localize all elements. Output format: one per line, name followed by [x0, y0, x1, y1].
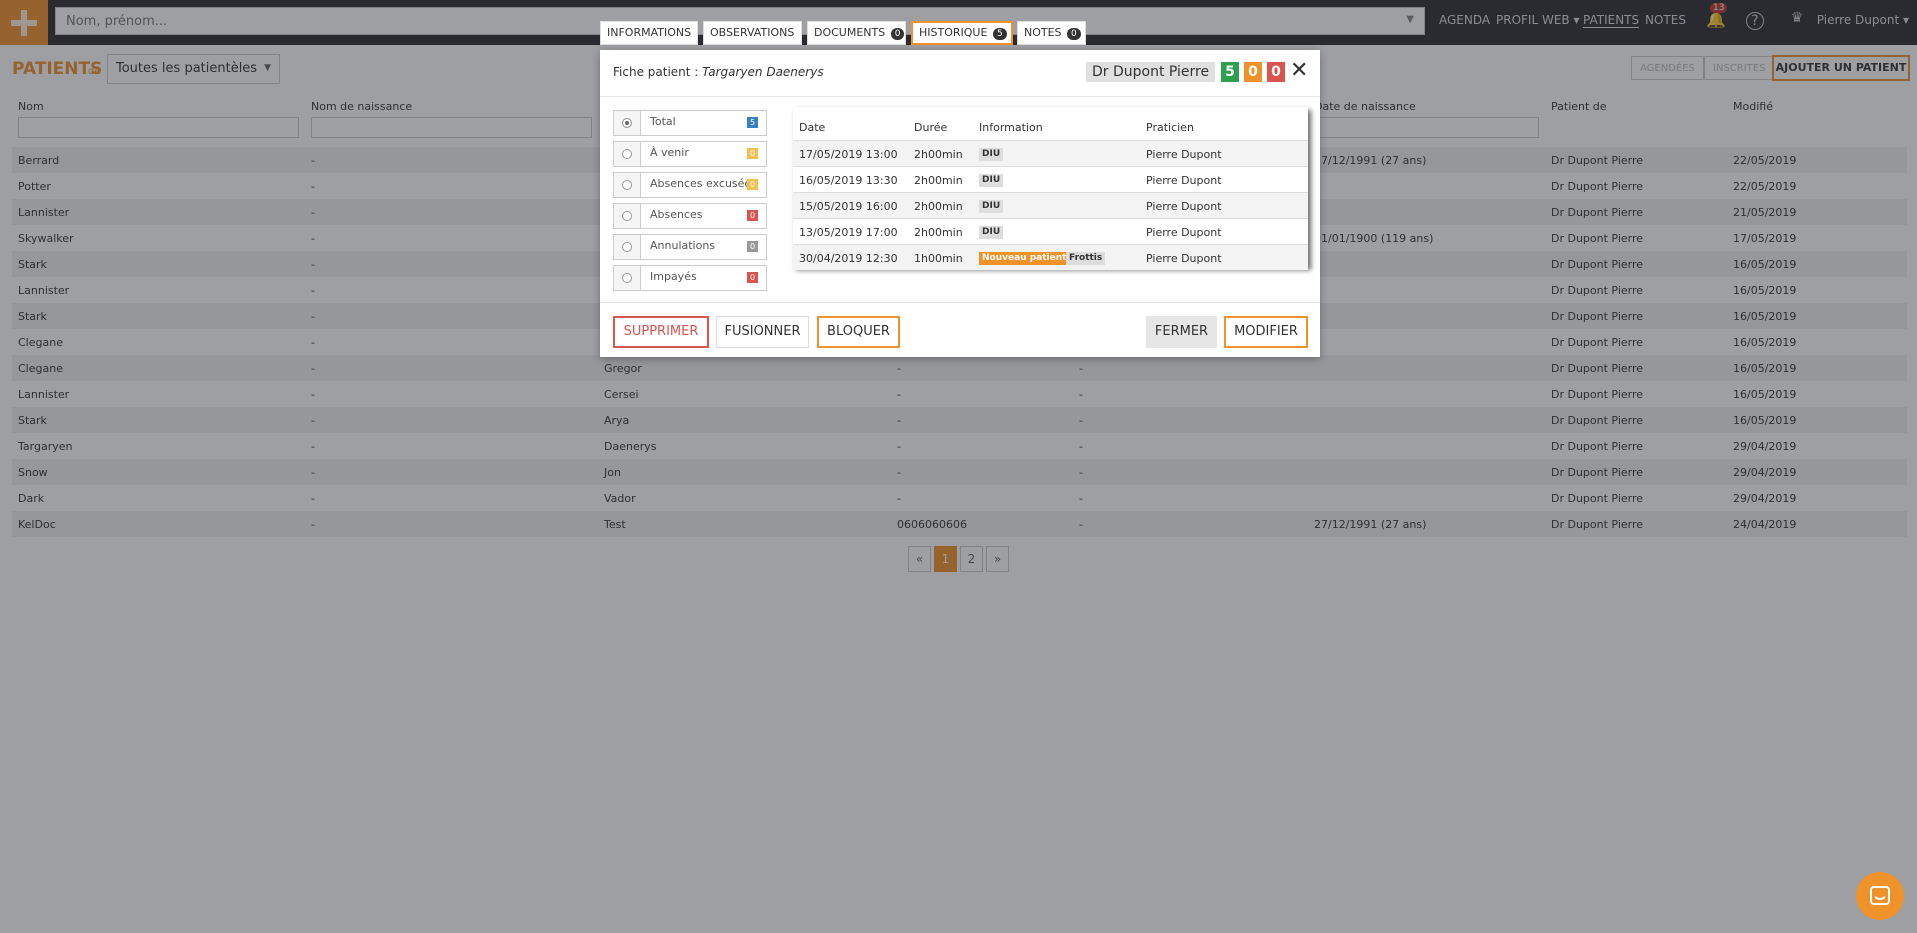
- history-date: 15/05/2019 16:00: [799, 200, 898, 213]
- tab-notes[interactable]: NOTES 0: [1017, 21, 1086, 45]
- filter-item[interactable]: Annulations 0: [613, 234, 767, 260]
- count-green: 5: [1221, 62, 1239, 82]
- history-tag: Frottis: [1066, 252, 1106, 265]
- radio-icon[interactable]: [614, 266, 641, 290]
- tab-notes-badge: 0: [1067, 28, 1081, 40]
- filter-item[interactable]: Absences excusées 0: [613, 172, 767, 198]
- delete-button[interactable]: SUPPRIMER: [613, 316, 709, 348]
- radio-icon[interactable]: [614, 235, 641, 259]
- filter-item-label: Absences excusées: [650, 177, 757, 190]
- radio-icon[interactable]: [614, 142, 641, 166]
- history-tag: DIU: [979, 174, 1004, 187]
- tab-informations[interactable]: INFORMATIONS: [600, 21, 698, 45]
- filter-item-count: 0: [747, 241, 758, 252]
- filter-item-count: 0: [747, 272, 758, 283]
- history-duration: 2h00min: [914, 148, 963, 161]
- modal-title: Fiche patient : Targaryen Daenerys: [613, 65, 824, 79]
- edit-button[interactable]: MODIFIER: [1224, 316, 1308, 348]
- doctor-badge: Dr Dupont Pierre: [1086, 62, 1216, 82]
- tab-observations-label: OBSERVATIONS: [710, 26, 795, 39]
- history-row[interactable]: 17/05/2019 13:00 2h00min DIU Pierre Dupont: [793, 140, 1308, 166]
- chat-launcher[interactable]: [1856, 872, 1904, 920]
- history-date: 30/04/2019 12:30: [799, 252, 898, 265]
- filter-item-label: Total: [650, 115, 676, 128]
- tab-notes-label: NOTES: [1024, 26, 1062, 39]
- tab-historique-badge: 5: [992, 28, 1007, 40]
- modal-title-prefix: Fiche patient :: [613, 65, 699, 79]
- tab-documents[interactable]: DOCUMENTS 0: [807, 21, 906, 45]
- tab-documents-badge: 0: [890, 28, 905, 40]
- filter-item-count: 0: [747, 210, 758, 221]
- radio-icon[interactable]: [614, 173, 641, 197]
- history-practitioner: Pierre Dupont: [1146, 148, 1222, 161]
- filter-item-label: Impayés: [650, 270, 697, 283]
- history-row[interactable]: 13/05/2019 17:00 2h00min DIU Pierre Dupont: [793, 218, 1308, 244]
- history-date: 17/05/2019 13:00: [799, 148, 898, 161]
- filter-item-count: 5: [747, 117, 758, 128]
- history-col-duree: Durée: [914, 121, 948, 134]
- history-tag: DIU: [979, 226, 1004, 239]
- tab-historique-label: HISTORIQUE: [919, 26, 988, 39]
- history-practitioner: Pierre Dupont: [1146, 174, 1222, 187]
- filter-item-count: 0: [747, 179, 758, 190]
- filter-item[interactable]: Impayés 0: [613, 265, 767, 291]
- history-practitioner: Pierre Dupont: [1146, 200, 1222, 213]
- filter-item[interactable]: Total 5: [613, 110, 767, 136]
- filter-item[interactable]: À venir 0: [613, 141, 767, 167]
- patient-name: Targaryen Daenerys: [702, 65, 824, 79]
- modal-footer-divider: [600, 302, 1320, 303]
- history-duration: 1h00min: [914, 252, 963, 265]
- close-button[interactable]: FERMER: [1146, 316, 1217, 348]
- chat-icon: [1870, 886, 1890, 905]
- history-tag: DIU: [979, 200, 1004, 213]
- history-col-date: Date: [799, 121, 826, 134]
- radio-icon[interactable]: [614, 204, 641, 228]
- history-date: 16/05/2019 13:30: [799, 174, 898, 187]
- history-row[interactable]: 15/05/2019 16:00 2h00min DIU Pierre Dupont: [793, 192, 1308, 218]
- tab-historique[interactable]: HISTORIQUE 5: [911, 21, 1013, 45]
- tab-observations[interactable]: OBSERVATIONS: [703, 21, 802, 45]
- tab-informations-label: INFORMATIONS: [607, 26, 692, 39]
- history-tag: Nouveau patient: [979, 252, 1070, 265]
- merge-button[interactable]: FUSIONNER: [716, 316, 809, 348]
- history-practitioner: Pierre Dupont: [1146, 252, 1222, 265]
- block-button[interactable]: BLOQUER: [817, 316, 900, 348]
- history-table: Date Durée Information Praticien 17/05/2…: [793, 107, 1308, 270]
- patient-modal: Fiche patient : Targaryen Daenerys Dr Du…: [600, 50, 1320, 357]
- radio-icon[interactable]: [614, 111, 641, 135]
- modal-header: Fiche patient : Targaryen Daenerys Dr Du…: [600, 50, 1320, 97]
- close-icon[interactable]: ✕: [1290, 58, 1308, 83]
- filter-item-label: À venir: [650, 146, 689, 159]
- count-orange: 0: [1244, 62, 1262, 82]
- history-tag: DIU: [979, 148, 1004, 161]
- history-duration: 2h00min: [914, 226, 963, 239]
- history-row[interactable]: 30/04/2019 12:30 1h00min Nouveau patient Fr…: [793, 244, 1308, 270]
- filter-item-label: Annulations: [650, 239, 716, 252]
- history-duration: 2h00min: [914, 174, 963, 187]
- history-duration: 2h00min: [914, 200, 963, 213]
- history-row[interactable]: 16/05/2019 13:30 2h00min DIU Pierre Dupont: [793, 166, 1308, 192]
- history-practitioner: Pierre Dupont: [1146, 226, 1222, 239]
- history-col-information: Information: [979, 121, 1043, 134]
- history-date: 13/05/2019 17:00: [799, 226, 898, 239]
- tab-documents-label: DOCUMENTS: [814, 26, 886, 39]
- filter-item-label: Absences: [650, 208, 703, 221]
- filter-item-count: 0: [747, 148, 758, 159]
- count-red: 0: [1267, 62, 1285, 82]
- filter-item[interactable]: Absences 0: [613, 203, 767, 229]
- history-col-praticien: Praticien: [1146, 121, 1194, 134]
